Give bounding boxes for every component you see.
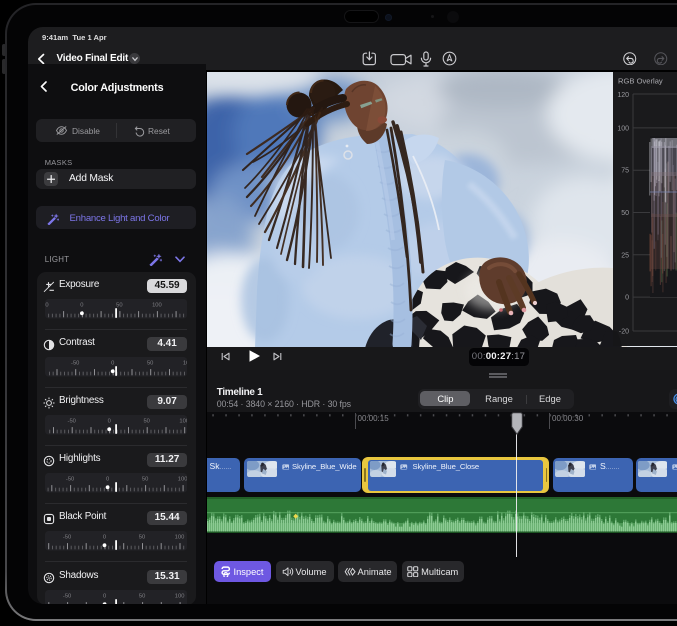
svg-text:50: 50 <box>621 210 629 217</box>
svg-text:-50: -50 <box>66 476 74 482</box>
svg-text:0: 0 <box>625 295 629 302</box>
svg-text:100: 100 <box>174 593 184 599</box>
svg-text:-50: -50 <box>63 534 71 540</box>
svg-text:-50: -50 <box>71 360 79 366</box>
svg-text:100: 100 <box>152 302 162 308</box>
svg-text:50: 50 <box>143 418 149 424</box>
svg-text:-20: -20 <box>619 329 629 336</box>
svg-text:100: 100 <box>179 418 187 424</box>
svg-text:50: 50 <box>116 302 122 308</box>
svg-text:0: 0 <box>106 476 109 482</box>
svg-text:0: 0 <box>111 360 114 366</box>
svg-text:75: 75 <box>621 168 629 175</box>
svg-text:-50: -50 <box>45 302 49 308</box>
svg-text:100: 100 <box>617 125 629 132</box>
svg-text:0: 0 <box>103 593 106 599</box>
svg-text:-50: -50 <box>67 418 75 424</box>
svg-text:120: 120 <box>617 92 629 99</box>
svg-text:25: 25 <box>621 252 629 259</box>
svg-text:50: 50 <box>142 476 148 482</box>
svg-text:0: 0 <box>103 534 106 540</box>
svg-text:100: 100 <box>177 476 186 482</box>
svg-text:50: 50 <box>138 534 144 540</box>
svg-text:0: 0 <box>107 418 110 424</box>
svg-text:-50: -50 <box>63 593 71 599</box>
svg-text:50: 50 <box>139 593 145 599</box>
svg-text:50: 50 <box>147 360 153 366</box>
svg-text:0: 0 <box>80 302 83 308</box>
svg-text:RGB Overlay: RGB Overlay <box>618 77 663 86</box>
svg-text:100: 100 <box>174 534 184 540</box>
svg-text:100: 100 <box>183 360 187 366</box>
